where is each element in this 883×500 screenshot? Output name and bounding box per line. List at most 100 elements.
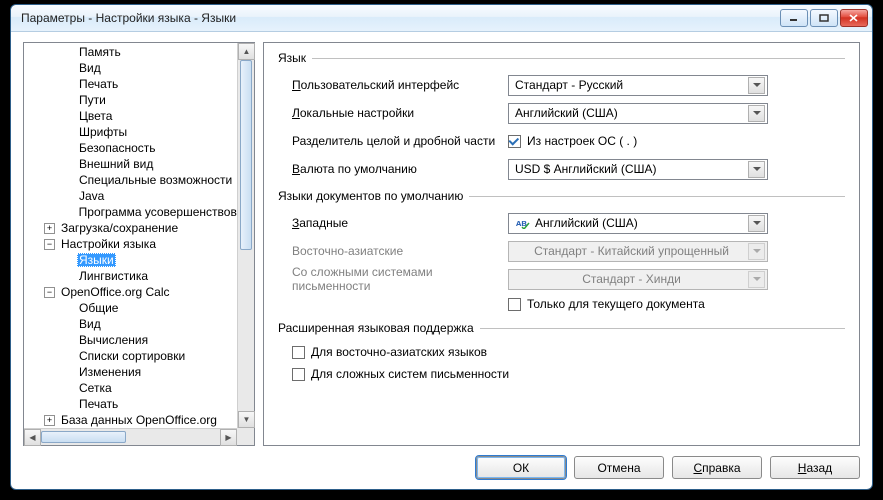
spellcheck-icon: ᴀв — [515, 217, 531, 229]
tree-item-label: Цвета — [77, 109, 114, 123]
tree-horizontal-scrollbar[interactable]: ◀ ▶ — [24, 428, 237, 445]
chevron-down-icon — [748, 243, 765, 260]
western-label: Западные — [292, 216, 508, 230]
dialog-buttons: ОК Отмена Справка Назад — [23, 446, 860, 479]
ok-button[interactable]: ОК — [476, 456, 566, 479]
tree-item[interactable]: Языки — [24, 252, 254, 268]
tree-item[interactable]: Сетка — [24, 380, 254, 396]
tree-item[interactable]: Печать — [24, 76, 254, 92]
category-tree[interactable]: Память Вид Печать Пути Цвета Шрифты Безопаснос… — [23, 42, 255, 446]
tree-item-label: Безопасность — [77, 141, 158, 155]
minimize-button[interactable] — [780, 9, 808, 27]
tree-item[interactable]: Java — [24, 188, 254, 204]
tree-item[interactable]: Списки сортировки — [24, 348, 254, 364]
ctl-combo: Стандарт - Хинди — [508, 269, 768, 290]
tree-item-label: Печать — [77, 77, 120, 91]
expand-icon[interactable]: + — [44, 223, 55, 234]
ctl-label: Со сложными системами письменности — [292, 265, 508, 293]
tree-item-label: Java — [77, 189, 106, 203]
scroll-up-icon[interactable]: ▲ — [238, 43, 255, 60]
tree-item[interactable]: + База данных OpenOffice.org — [24, 412, 254, 428]
tree-item-label: Изменения — [77, 365, 143, 379]
enhanced-ctl-label: Для сложных систем письменности — [311, 367, 509, 381]
tree-item[interactable]: Шрифты — [24, 124, 254, 140]
tree-item-label: Списки сортировки — [77, 349, 187, 363]
locale-combo[interactable]: Английский (США) — [508, 103, 768, 124]
group-doc-languages-legend: Языки документов по умолчанию — [278, 189, 845, 203]
tree-item-label: OpenOffice.org Calc — [59, 285, 172, 299]
tree-item-label: Память — [77, 45, 123, 59]
asian-label: Восточно-азиатские — [292, 244, 508, 258]
asian-combo: Стандарт - Китайский упрощенный — [508, 241, 768, 262]
decimal-sep-check-label: Из настроек ОС ( . ) — [527, 134, 637, 148]
group-doc-languages: Языки документов по умолчанию Западные ᴀ… — [278, 189, 845, 315]
back-button[interactable]: Назад — [770, 456, 860, 479]
close-button[interactable] — [840, 9, 868, 27]
tree-item-label: Вид — [77, 61, 103, 75]
decimal-sep-checkbox[interactable] — [508, 135, 521, 148]
decimal-sep-label: Разделитель целой и дробной части — [292, 134, 508, 148]
group-language: Язык Пользовательский интерфейс Стандарт… — [278, 51, 845, 183]
tree-item-label: Общие — [77, 301, 120, 315]
tree-item-label: Вычисления — [77, 333, 150, 347]
tree-item[interactable]: Изменения — [24, 364, 254, 380]
tree-vertical-scrollbar[interactable]: ▲ ▼ — [237, 43, 254, 428]
window-title: Параметры - Настройки языка - Языки — [21, 11, 780, 25]
scroll-left-icon[interactable]: ◀ — [24, 429, 41, 446]
titlebar[interactable]: Параметры - Настройки языка - Языки — [11, 5, 872, 32]
tree-item[interactable]: −Настройки языка — [24, 236, 254, 252]
enhanced-ctl-checkbox[interactable] — [292, 368, 305, 381]
tree-item[interactable]: Вид — [24, 60, 254, 76]
window-controls — [780, 9, 868, 27]
chevron-down-icon — [748, 105, 765, 122]
chevron-down-icon — [748, 161, 765, 178]
help-button[interactable]: Справка — [672, 456, 762, 479]
ui-language-label: Пользовательский интерфейс — [292, 78, 508, 92]
cancel-button[interactable]: Отмена — [574, 456, 664, 479]
locale-label: Локальные настройки — [292, 106, 508, 120]
group-language-legend: Язык — [278, 51, 845, 65]
tree-item-label: Шрифты — [77, 125, 129, 139]
tree-item[interactable]: Память — [24, 44, 254, 60]
collapse-icon[interactable]: − — [44, 239, 55, 250]
tree-item-label: Языки — [77, 253, 116, 267]
settings-pane: Язык Пользовательский интерфейс Стандарт… — [263, 42, 860, 446]
dialog-body: Память Вид Печать Пути Цвета Шрифты Безопаснос… — [11, 32, 872, 489]
vscroll-thumb[interactable] — [240, 60, 252, 250]
tree-item[interactable]: Вычисления — [24, 332, 254, 348]
dialog-window: Параметры - Настройки языка - Языки Памя… — [10, 4, 873, 490]
scroll-down-icon[interactable]: ▼ — [238, 411, 255, 428]
only-current-doc-checkbox[interactable] — [508, 298, 521, 311]
tree-item[interactable]: +Загрузка/сохранение — [24, 220, 254, 236]
tree-item[interactable]: Специальные возможности — [24, 172, 254, 188]
tree-item[interactable]: Внешний вид — [24, 156, 254, 172]
tree-item-label: Печать — [77, 397, 120, 411]
tree-item-label: Специальные возможности — [77, 173, 234, 187]
maximize-button[interactable] — [810, 9, 838, 27]
ui-language-combo[interactable]: Стандарт - Русский — [508, 75, 768, 96]
currency-combo[interactable]: USD $ Английский (США) — [508, 159, 768, 180]
collapse-icon[interactable]: − — [44, 287, 55, 298]
tree-item[interactable]: Печать — [24, 396, 254, 412]
tree-item-label: Пути — [77, 93, 108, 107]
tree-item[interactable]: Вид — [24, 316, 254, 332]
tree-item[interactable]: Лингвистика — [24, 268, 254, 284]
tree-item[interactable]: −OpenOffice.org Calc — [24, 284, 254, 300]
expand-icon[interactable]: + — [44, 415, 55, 426]
tree-item-label: База данных OpenOffice.org — [59, 413, 219, 427]
tree-item[interactable]: Безопасность — [24, 140, 254, 156]
tree-item[interactable]: Пути — [24, 92, 254, 108]
tree-item[interactable]: Программа усовершенствован — [24, 204, 254, 220]
enhanced-asian-checkbox[interactable] — [292, 346, 305, 359]
enhanced-asian-label: Для восточно-азиатских языков — [311, 345, 487, 359]
tree-item-label: Настройки языка — [59, 237, 158, 251]
tree-item-label: Лингвистика — [77, 269, 150, 283]
tree-item-label: Программа усовершенствован — [77, 205, 252, 219]
western-combo[interactable]: ᴀв Английский (США) — [508, 213, 768, 234]
scroll-right-icon[interactable]: ▶ — [220, 429, 237, 446]
tree-item[interactable]: Общие — [24, 300, 254, 316]
hscroll-thumb[interactable] — [41, 431, 126, 443]
only-current-doc-label: Только для текущего документа — [527, 297, 705, 311]
tree-item[interactable]: Цвета — [24, 108, 254, 124]
chevron-down-icon — [748, 77, 765, 94]
